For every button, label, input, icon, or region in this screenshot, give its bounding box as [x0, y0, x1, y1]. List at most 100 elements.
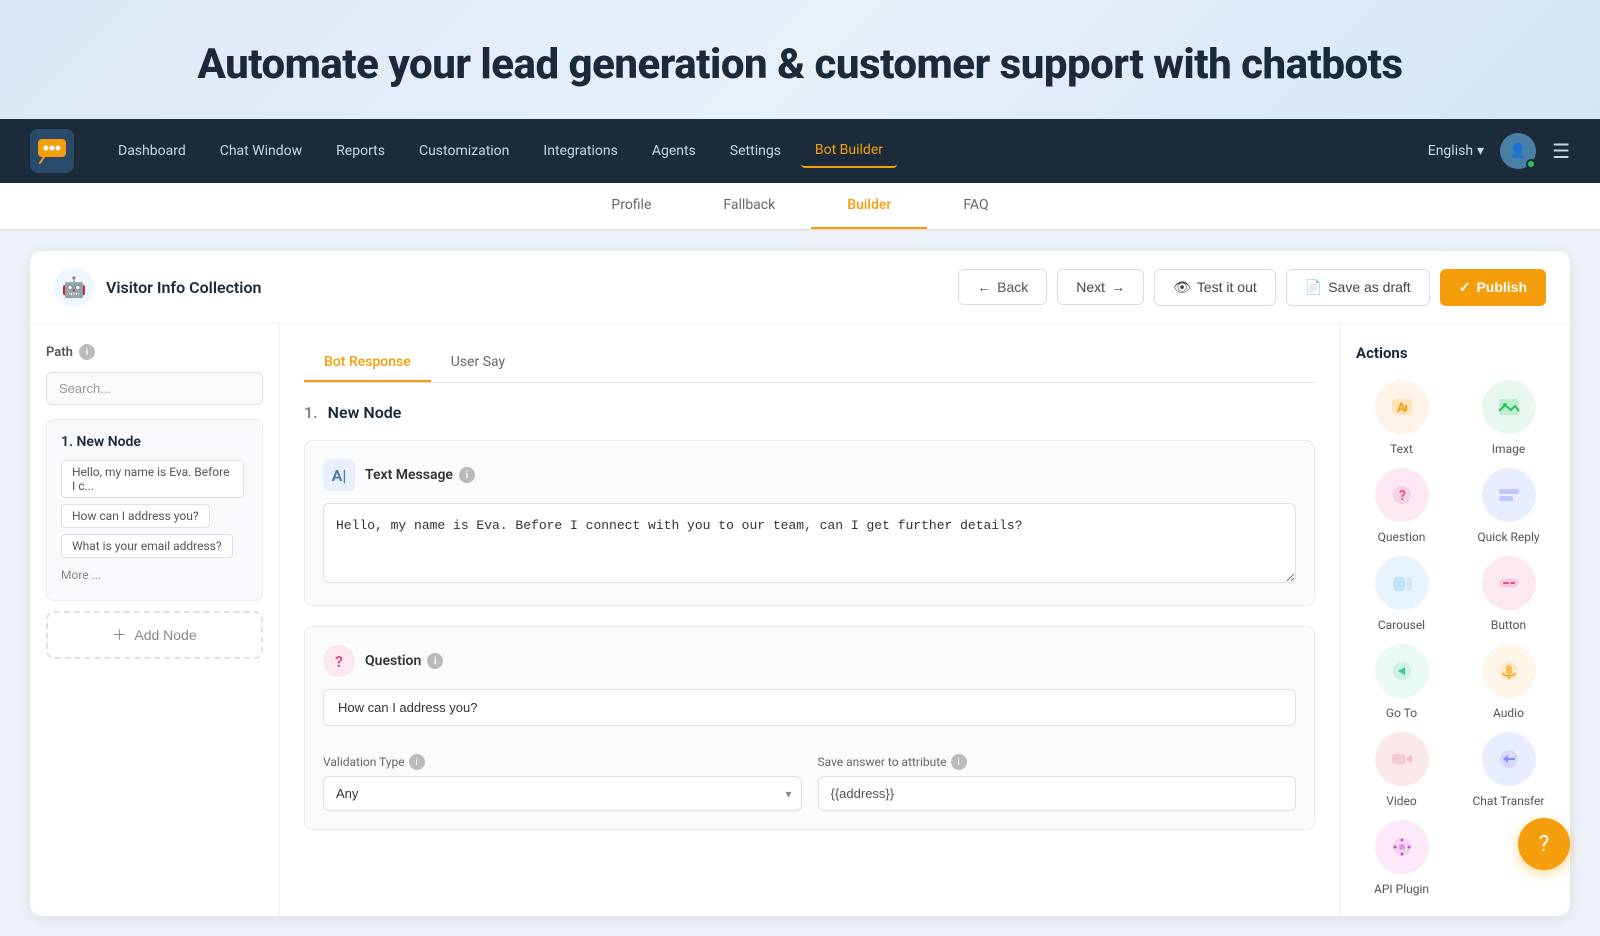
tab-bot-response[interactable]: Bot Response: [304, 344, 431, 382]
check-icon: ✓: [1459, 279, 1471, 296]
text-message-textarea[interactable]: Hello, my name is Eva. Before I connect …: [323, 503, 1296, 583]
save-attribute-input[interactable]: [818, 776, 1297, 811]
action-image[interactable]: Image: [1463, 380, 1554, 456]
center-node-title: 1. New Node: [304, 403, 1315, 422]
node-card: 1. New Node Hello, my name is Eva. Befor…: [46, 419, 263, 601]
save-attribute-label: Save answer to attribute i: [818, 754, 1297, 770]
button-action-label: Button: [1491, 618, 1526, 632]
action-button[interactable]: Button: [1463, 556, 1554, 632]
action-quick-reply[interactable]: Quick Reply: [1463, 468, 1554, 544]
tab-user-say[interactable]: User Say: [431, 344, 525, 382]
question-action-icon: ?: [1375, 468, 1429, 522]
nav-bot-builder[interactable]: Bot Builder: [801, 134, 897, 168]
bot-card: 🤖 Visitor Info Collection ← Back Next → …: [30, 251, 1570, 916]
nav-reports[interactable]: Reports: [322, 135, 399, 167]
question-block: ? Question i Validation Type i: [304, 626, 1315, 830]
nav-chat-window[interactable]: Chat Window: [206, 135, 316, 167]
bot-actions: ← Back Next → 👁 Test it out 📄 Save as dr…: [958, 269, 1546, 306]
image-action-icon: [1482, 380, 1536, 434]
text-message-block: A| Text Message i Hello, my name is Eva.…: [304, 440, 1315, 606]
carousel-action-label: Carousel: [1378, 618, 1425, 632]
nav-customization[interactable]: Customization: [405, 135, 523, 167]
validation-info-icon[interactable]: i: [409, 754, 425, 770]
nav-right: English ▾ 👤 ☰: [1428, 133, 1570, 169]
question-header: ? Question i: [323, 645, 1296, 677]
back-button[interactable]: ← Back: [958, 269, 1047, 305]
help-button[interactable]: ?: [1518, 818, 1570, 870]
action-audio[interactable]: Audio: [1463, 644, 1554, 720]
node-tag-0[interactable]: Hello, my name is Eva. Before I c...: [61, 460, 244, 498]
test-button[interactable]: 👁 Test it out: [1154, 269, 1276, 306]
chat-transfer-action-icon: [1482, 732, 1536, 786]
text-message-icon: A|: [323, 459, 355, 491]
validation-select-wrapper: Any Email Phone Number: [323, 776, 802, 811]
save-draft-button[interactable]: 📄 Save as draft: [1286, 269, 1430, 306]
validation-type-select[interactable]: Any Email Phone Number: [323, 776, 802, 811]
online-status-dot: [1526, 159, 1536, 169]
bot-body: Path i 1. New Node Hello, my name is Eva…: [30, 324, 1570, 916]
question-input[interactable]: [323, 689, 1296, 726]
node-more[interactable]: More ...: [61, 564, 248, 586]
validation-type-label: Validation Type i: [323, 754, 802, 770]
action-goto[interactable]: Go To: [1356, 644, 1447, 720]
path-label: Path i: [46, 344, 263, 360]
action-video[interactable]: Video: [1356, 732, 1447, 808]
api-plugin-action-label: API Plugin: [1374, 882, 1429, 896]
tab-fallback[interactable]: Fallback: [687, 183, 811, 229]
question-label: Question i: [365, 653, 443, 669]
carousel-action-icon: [1375, 556, 1429, 610]
question-action-label: Question: [1378, 530, 1426, 544]
arrow-left-icon: ←: [977, 279, 991, 295]
publish-button[interactable]: ✓ Publish: [1440, 269, 1546, 306]
node-tag-2[interactable]: What is your email address?: [61, 534, 233, 558]
action-question[interactable]: ? Question: [1356, 468, 1447, 544]
actions-title: Actions: [1356, 344, 1554, 362]
nav-agents[interactable]: Agents: [638, 135, 710, 167]
save-attr-info-icon[interactable]: i: [951, 754, 967, 770]
plus-icon: ＋: [112, 625, 126, 645]
action-carousel[interactable]: Carousel: [1356, 556, 1447, 632]
save-attribute-group: Save answer to attribute i: [818, 754, 1297, 811]
bot-avatar-icon: 🤖: [54, 267, 94, 307]
text-message-info-icon[interactable]: i: [459, 467, 475, 483]
next-button[interactable]: Next →: [1057, 269, 1144, 305]
nav-items: Dashboard Chat Window Reports Customizat…: [104, 134, 1428, 168]
main-wrapper: 🤖 Visitor Info Collection ← Back Next → …: [0, 231, 1600, 936]
nav-settings[interactable]: Settings: [716, 135, 795, 167]
action-text[interactable]: A Text: [1356, 380, 1447, 456]
bot-title: Visitor Info Collection: [106, 278, 261, 297]
tab-builder[interactable]: Builder: [811, 183, 927, 229]
hero-section: Automate your lead generation & customer…: [0, 0, 1600, 119]
sub-tabs: Profile Fallback Builder FAQ: [0, 183, 1600, 230]
add-node-button[interactable]: ＋ Add Node: [46, 611, 263, 659]
question-form-row: Validation Type i Any Email Phone Number: [323, 754, 1296, 811]
video-action-label: Video: [1386, 794, 1417, 808]
text-action-icon: A: [1375, 380, 1429, 434]
search-input[interactable]: [46, 372, 263, 405]
menu-icon[interactable]: ☰: [1552, 139, 1570, 163]
tab-profile[interactable]: Profile: [575, 183, 687, 229]
nav-dashboard[interactable]: Dashboard: [104, 135, 200, 167]
action-api-plugin[interactable]: API Plugin: [1356, 820, 1447, 896]
question-info-icon[interactable]: i: [427, 653, 443, 669]
node-tag-1[interactable]: How can I address you?: [61, 504, 210, 528]
avatar[interactable]: 👤: [1500, 133, 1536, 169]
goto-action-icon: [1375, 644, 1429, 698]
nav-integrations[interactable]: Integrations: [529, 135, 631, 167]
chat-transfer-action-label: Chat Transfer: [1473, 794, 1545, 808]
node-tags: Hello, my name is Eva. Before I c... How…: [61, 460, 248, 564]
action-chat-transfer[interactable]: Chat Transfer: [1463, 732, 1554, 808]
quick-reply-action-label: Quick Reply: [1477, 530, 1539, 544]
language-selector[interactable]: English ▾: [1428, 143, 1484, 159]
tab-faq[interactable]: FAQ: [927, 183, 1024, 229]
text-message-header: A| Text Message i: [323, 459, 1296, 491]
logo[interactable]: [30, 129, 74, 173]
path-info-icon[interactable]: i: [79, 344, 95, 360]
bot-card-header: 🤖 Visitor Info Collection ← Back Next → …: [30, 251, 1570, 324]
svg-text:?: ?: [1399, 488, 1406, 504]
button-action-icon: [1482, 556, 1536, 610]
question-icon: ?: [323, 645, 355, 677]
eye-icon: 👁: [1173, 279, 1191, 296]
validation-type-group: Validation Type i Any Email Phone Number: [323, 754, 802, 811]
arrow-right-icon: →: [1111, 279, 1125, 295]
